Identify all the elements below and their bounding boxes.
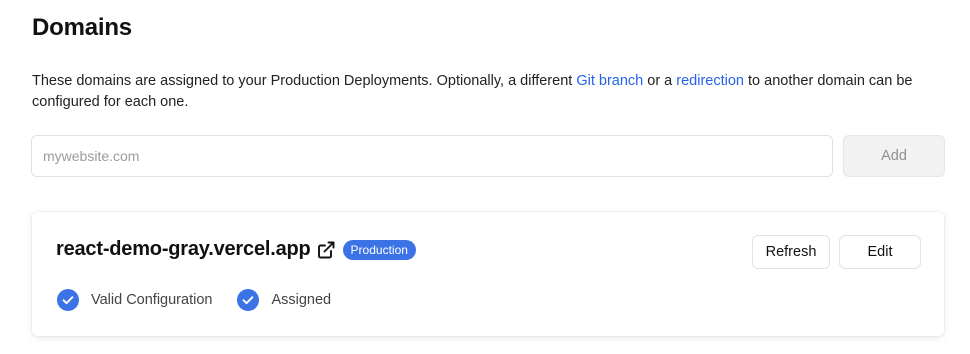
domain-name-link[interactable]: react-demo-gray.vercel.app — [56, 238, 311, 261]
redirection-link[interactable]: redirection — [676, 73, 744, 89]
add-domain-button[interactable]: Add — [843, 135, 945, 177]
edit-button[interactable]: Edit — [839, 235, 921, 269]
status-assigned: Assigned — [237, 289, 331, 311]
domain-card: react-demo-gray.vercel.app Production Re… — [32, 212, 944, 336]
domain-status-row: Valid Configuration Assigned — [57, 289, 356, 311]
page-title: Domains — [32, 14, 132, 41]
status-label: Assigned — [271, 292, 332, 308]
domains-page: Domains These domains are assigned to yo… — [0, 0, 970, 354]
domain-input[interactable] — [31, 135, 833, 177]
check-circle-icon — [57, 289, 79, 311]
description-text-start: These domains are assigned to your Produ… — [32, 73, 577, 89]
status-label: Valid Configuration — [91, 292, 213, 308]
domain-card-header: react-demo-gray.vercel.app Production — [56, 238, 416, 261]
check-circle-icon — [237, 289, 260, 311]
description-text-middle: or a — [643, 73, 677, 89]
refresh-button[interactable]: Refresh — [752, 235, 830, 269]
section-description: These domains are assigned to your Produ… — [32, 71, 952, 113]
status-valid-configuration: Valid Configuration — [57, 289, 212, 311]
production-badge: Production — [342, 239, 416, 260]
external-link-icon[interactable] — [316, 240, 336, 260]
domain-card-actions: Refresh Edit — [752, 235, 921, 269]
git-branch-link[interactable]: Git branch — [576, 73, 643, 89]
